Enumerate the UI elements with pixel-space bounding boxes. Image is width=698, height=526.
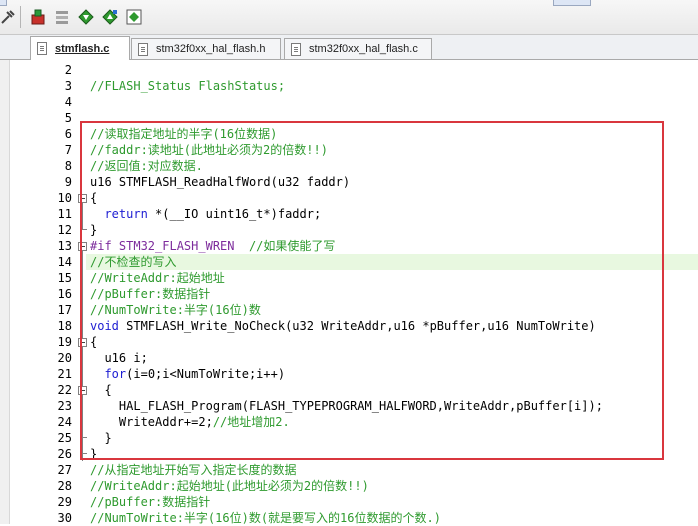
code-line[interactable]: //WriteAddr:起始地址(此地址必须为2的倍数!!)	[90, 478, 369, 494]
line-number: 15	[57, 271, 72, 285]
line-number: 13	[57, 239, 72, 253]
file-icon	[291, 42, 301, 56]
line-number: 8	[64, 159, 72, 173]
line-number: 16	[57, 287, 72, 301]
file-icon	[138, 42, 148, 56]
tab-label: stmflash.c	[55, 42, 110, 55]
line-number: 26	[57, 447, 72, 461]
line-number: 3	[64, 79, 72, 93]
diamond-grid-icon[interactable]	[126, 9, 142, 25]
line-number: 18	[57, 319, 72, 333]
line-number: 14	[57, 255, 72, 269]
tools-icon[interactable]	[0, 9, 16, 25]
tab-label: stm32f0xx_hal_flash.h	[156, 43, 266, 55]
line-number: 22	[57, 383, 72, 397]
line-number: 11	[57, 207, 72, 221]
tab-stm32f0xx-hal-flash-c[interactable]: stm32f0xx_hal_flash.c	[284, 38, 432, 59]
line-number: 21	[57, 367, 72, 381]
tab-label: stm32f0xx_hal_flash.c	[309, 43, 418, 55]
toolbar-dropdown-edge-2[interactable]	[0, 0, 7, 6]
toolbar	[0, 0, 698, 35]
code-line[interactable]: //从指定地址开始写入指定长度的数据	[90, 462, 296, 478]
line-number: 10	[57, 191, 72, 205]
toolbar-separator	[20, 6, 21, 28]
line-number: 19	[57, 335, 72, 349]
line-number: 23	[57, 399, 72, 413]
line-number: 20	[57, 351, 72, 365]
code-line[interactable]: //pBuffer:数据指针	[90, 494, 210, 510]
line-number: 5	[64, 111, 72, 125]
line-number: 2	[64, 63, 72, 77]
line-number: 17	[57, 303, 72, 317]
highlight-annotation-box	[80, 121, 664, 460]
line-number: 27	[57, 463, 72, 477]
line-number: 6	[64, 127, 72, 141]
code-line[interactable]: //FLASH_Status FlashStatus;	[90, 78, 285, 94]
line-number: 9	[64, 175, 72, 189]
line-number: 28	[57, 479, 72, 493]
tab-stmflash-c[interactable]: stmflash.c	[30, 36, 130, 60]
bookmark-red-icon[interactable]	[30, 9, 46, 25]
line-number: 4	[64, 95, 72, 109]
file-icon	[37, 42, 47, 55]
editor-tab-bar: stmflash.c stm32f0xx_hal_flash.h stm32f0…	[0, 35, 698, 60]
line-number: 7	[64, 143, 72, 157]
line-number: 24	[57, 415, 72, 429]
line-number: 29	[57, 495, 72, 509]
tab-stm32f0xx-hal-flash-h[interactable]: stm32f0xx_hal_flash.h	[131, 38, 281, 59]
toolbar-dropdown-edge[interactable]	[553, 0, 591, 6]
line-number: 25	[57, 431, 72, 445]
list-icon[interactable]	[54, 9, 70, 25]
diamond-down-icon[interactable]	[78, 9, 94, 25]
line-number: 12	[57, 223, 72, 237]
diamond-up-icon[interactable]	[102, 9, 118, 25]
left-panel-edge	[0, 60, 10, 524]
